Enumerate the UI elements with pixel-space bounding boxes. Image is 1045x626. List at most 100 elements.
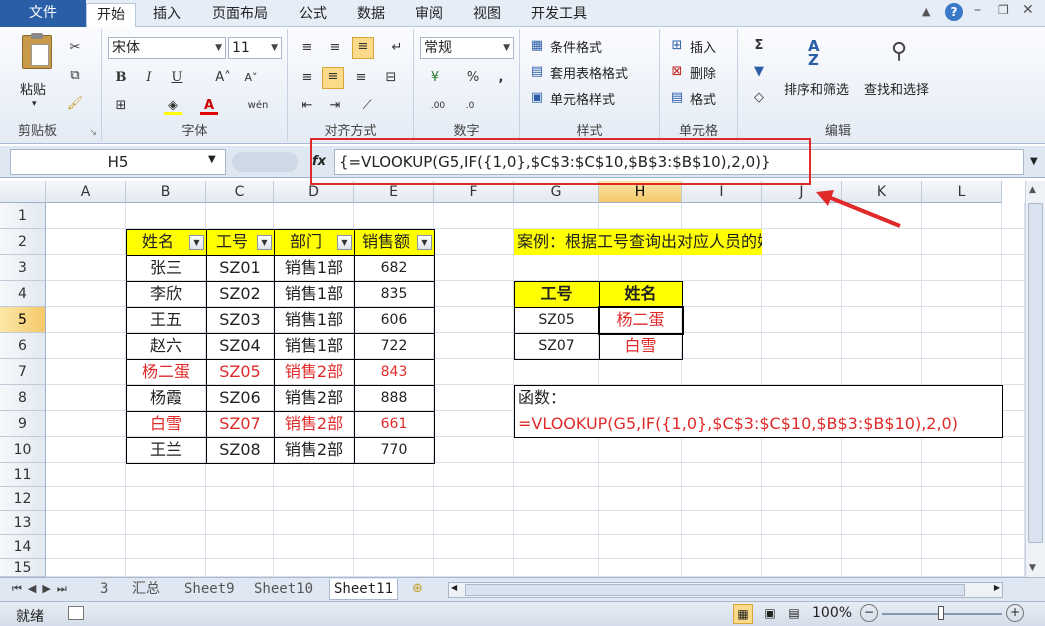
increase-font-icon[interactable]: A˄: [214, 69, 232, 87]
close-icon[interactable]: ✕: [1022, 2, 1034, 18]
horizontal-scrollbar[interactable]: ◀ ▶: [448, 582, 1003, 598]
table-cell[interactable]: 销售2部: [274, 385, 354, 411]
row-header-5[interactable]: 5: [0, 307, 46, 333]
phonetic-icon[interactable]: wén: [246, 97, 270, 115]
row-header-9[interactable]: 9: [0, 411, 46, 437]
table-cell[interactable]: SZ05: [206, 359, 274, 385]
increase-indent-icon[interactable]: ⇥: [326, 97, 344, 115]
h-scroll-thumb[interactable]: [465, 584, 965, 596]
table-cell[interactable]: 王五: [126, 307, 206, 333]
fill-icon[interactable]: ▼: [750, 63, 768, 81]
active-cell-cursor[interactable]: [598, 306, 684, 335]
tab-developer[interactable]: 开发工具: [521, 3, 597, 27]
table-cell[interactable]: 李欣: [126, 281, 206, 307]
fill-color-icon[interactable]: ◈: [164, 97, 182, 115]
filter-dropdown-icon[interactable]: ▼: [189, 235, 204, 250]
align-top-icon[interactable]: ≡: [298, 39, 316, 57]
table-cell[interactable]: SZ06: [206, 385, 274, 411]
orientation-icon[interactable]: ⟋: [358, 97, 376, 115]
table-cell[interactable]: SZ02: [206, 281, 274, 307]
clear-icon[interactable]: ◇: [750, 89, 768, 107]
table-cell[interactable]: 张三: [126, 255, 206, 281]
row-header-6[interactable]: 6: [0, 333, 46, 359]
restore-icon[interactable]: ❐: [998, 3, 1009, 17]
autosum-icon[interactable]: Σ: [750, 37, 768, 55]
zoom-in-icon[interactable]: +: [1006, 604, 1024, 622]
column-header-L[interactable]: L: [922, 181, 1002, 203]
row-header-11[interactable]: 11: [0, 463, 46, 487]
column-header-A[interactable]: A: [46, 181, 126, 203]
delete-button[interactable]: 删除: [690, 63, 716, 82]
sheet-tab[interactable]: 汇总: [128, 579, 164, 600]
table-cell[interactable]: 661: [354, 411, 434, 437]
currency-icon[interactable]: ¥: [426, 69, 444, 87]
number-format-combo[interactable]: 常规 ▼: [420, 37, 514, 59]
tab-home[interactable]: 开始: [86, 3, 136, 28]
align-middle-icon[interactable]: ≡: [326, 39, 344, 57]
function-formula[interactable]: =VLOOKUP(G5,IF({1,0},$C$3:$C$10,$B$3:$B$…: [518, 411, 1002, 437]
row-header-3[interactable]: 3: [0, 255, 46, 281]
table-cell[interactable]: 682: [354, 255, 434, 281]
lookup-cell[interactable]: SZ05: [514, 307, 599, 333]
row-header-12[interactable]: 12: [0, 487, 46, 511]
decrease-font-icon[interactable]: A˅: [242, 69, 260, 87]
table-cell[interactable]: 770: [354, 437, 434, 463]
align-center-icon[interactable]: ≡: [322, 67, 344, 89]
table-cell[interactable]: 杨二蛋: [126, 359, 206, 385]
filter-dropdown-icon[interactable]: ▼: [417, 235, 432, 250]
sheet-nav-icon[interactable]: ⏮◀▶⏭: [12, 582, 73, 596]
table-cell[interactable]: 销售2部: [274, 437, 354, 463]
percent-icon[interactable]: %: [464, 69, 482, 87]
zoom-out-icon[interactable]: −: [860, 604, 878, 622]
worksheet-grid[interactable]: ABCDEFGHIJKL 1 2 3 4 5 6 7 8 9 10 11 12 13 14 15 姓名 ▼ 工号…: [0, 181, 1025, 577]
vertical-scrollbar[interactable]: ▲ ▼: [1025, 181, 1045, 577]
minimize-icon[interactable]: –: [974, 2, 981, 18]
bold-icon[interactable]: B: [112, 69, 130, 87]
insert-button[interactable]: 插入: [690, 37, 716, 56]
wrap-text-icon[interactable]: ↵: [388, 39, 406, 57]
font-size-combo[interactable]: 11 ▼: [228, 37, 282, 59]
row-header-15[interactable]: 15: [0, 559, 46, 577]
table-cell[interactable]: SZ01: [206, 255, 274, 281]
table-cell[interactable]: 王兰: [126, 437, 206, 463]
italic-icon[interactable]: I: [140, 69, 158, 87]
table-cell[interactable]: SZ07: [206, 411, 274, 437]
help-icon[interactable]: ?: [945, 3, 963, 21]
table-cell[interactable]: 销售1部: [274, 333, 354, 359]
tab-insert[interactable]: 插入: [143, 3, 191, 27]
tab-data[interactable]: 数据: [347, 3, 395, 27]
table-cell[interactable]: 销售2部: [274, 411, 354, 437]
sheet-tab[interactable]: Sheet9: [180, 579, 239, 600]
scroll-down-icon[interactable]: ▼: [1029, 563, 1036, 573]
comma-style-icon[interactable]: ,: [492, 69, 510, 87]
paste-dropdown-icon[interactable]: ▾: [32, 99, 37, 109]
normal-view-icon[interactable]: ▦: [733, 604, 753, 624]
table-cell[interactable]: SZ03: [206, 307, 274, 333]
align-right-icon[interactable]: ≡: [352, 69, 370, 87]
table-cell[interactable]: 销售1部: [274, 255, 354, 281]
borders-icon[interactable]: ⊞: [112, 97, 130, 115]
macro-record-icon[interactable]: [68, 606, 84, 620]
function-label[interactable]: 函数：: [518, 385, 1002, 411]
row-header-2[interactable]: 2: [0, 229, 46, 255]
collapse-ribbon-icon[interactable]: ▲: [922, 5, 930, 18]
table-cell[interactable]: 杨霞: [126, 385, 206, 411]
table-cell[interactable]: 销售1部: [274, 307, 354, 333]
row-header-13[interactable]: 13: [0, 511, 46, 535]
tab-view[interactable]: 视图: [463, 3, 511, 27]
row-header-10[interactable]: 10: [0, 437, 46, 463]
find-select-icon[interactable]: ⚲: [886, 39, 912, 69]
table-cell[interactable]: 赵六: [126, 333, 206, 359]
table-header-cell[interactable]: 部门: [274, 229, 338, 255]
row-header-7[interactable]: 7: [0, 359, 46, 385]
row-header-14[interactable]: 14: [0, 535, 46, 559]
table-cell[interactable]: 606: [354, 307, 434, 333]
insert-sheet-icon[interactable]: ⊕: [412, 581, 423, 596]
filter-dropdown-icon[interactable]: ▼: [257, 235, 272, 250]
zoom-slider-thumb[interactable]: [938, 606, 944, 620]
page-layout-view-icon[interactable]: ▣: [760, 604, 780, 624]
lookup-header-cell[interactable]: 工号: [514, 281, 599, 307]
sort-filter-icon[interactable]: AZ: [808, 39, 836, 69]
scroll-right-icon[interactable]: ▶: [994, 583, 1000, 592]
filter-dropdown-icon[interactable]: ▼: [337, 235, 352, 250]
